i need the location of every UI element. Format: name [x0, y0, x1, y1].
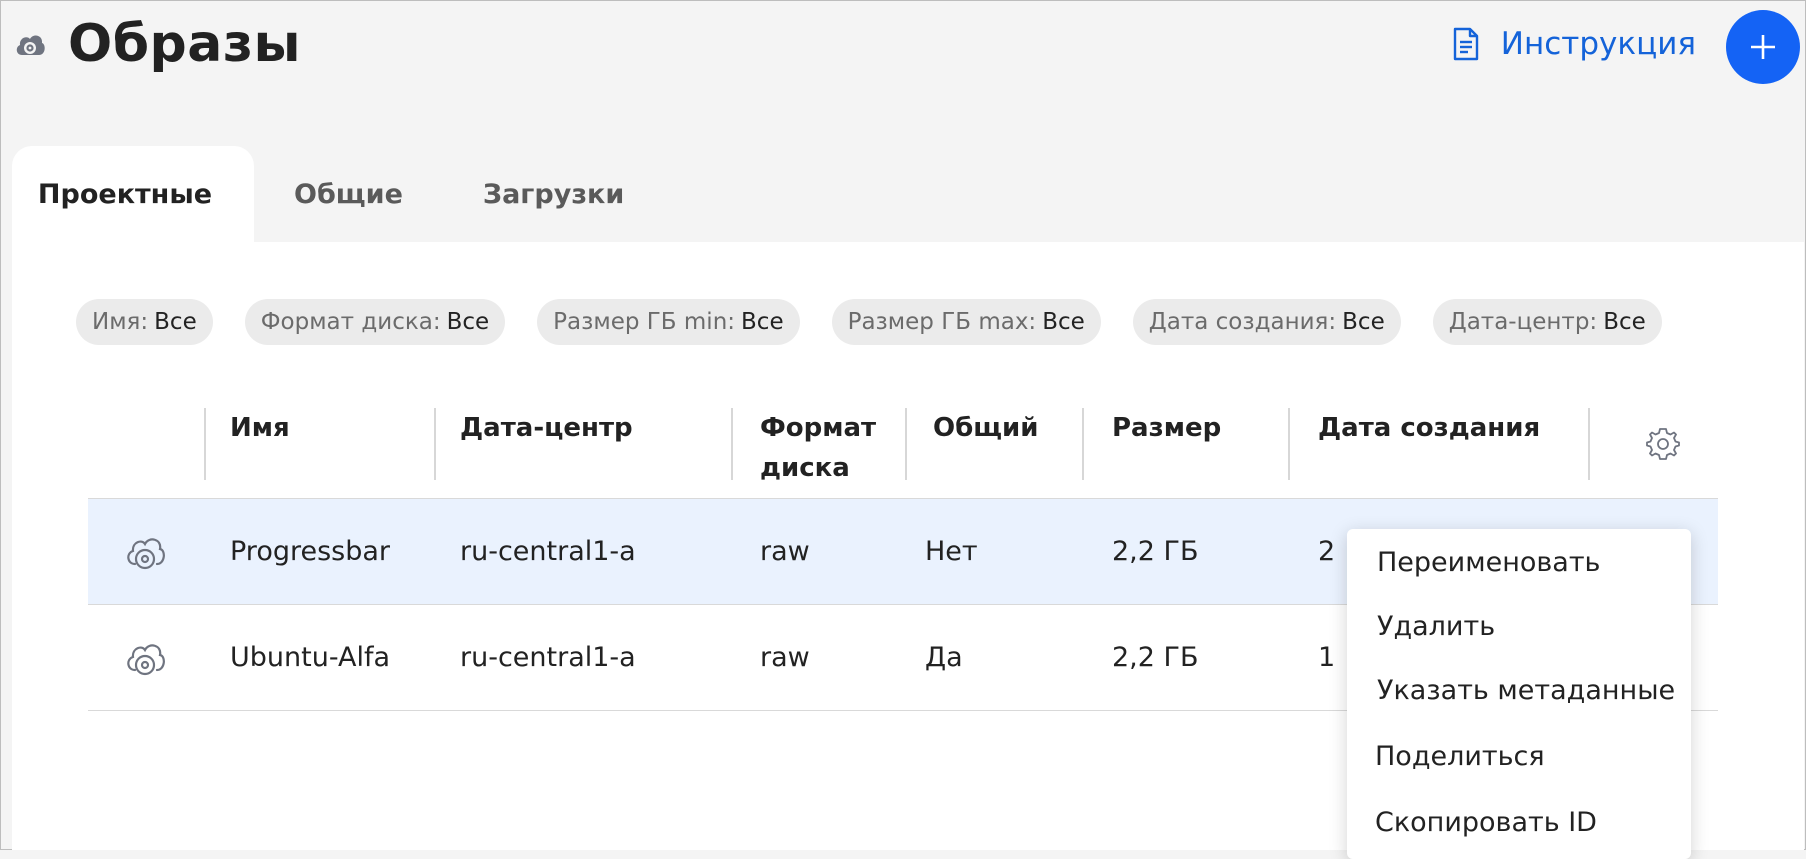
menu-item-set-metadata[interactable]: Указать метаданные — [1377, 675, 1675, 706]
cell-disk-format: raw — [760, 642, 810, 673]
filter-datacenter[interactable]: Дата-центр: Все — [1432, 299, 1662, 345]
filter-disk-format[interactable]: Формат диска: Все — [244, 299, 506, 345]
filter-key: Формат диска: — [260, 309, 441, 335]
filter-key: Дата создания: — [1148, 309, 1337, 335]
guide-label: Инструкция — [1500, 26, 1696, 62]
filter-value: Все — [154, 309, 197, 335]
column-separator[interactable] — [434, 408, 436, 480]
column-separator[interactable] — [1288, 408, 1290, 480]
cell-created: 1 — [1318, 642, 1336, 673]
tab-project[interactable]: Проектные — [12, 146, 254, 242]
filter-name[interactable]: Имя: Все — [76, 299, 213, 345]
image-disk-icon — [127, 538, 165, 570]
cell-datacenter: ru-central1-a — [460, 642, 636, 673]
menu-item-rename[interactable]: Переименовать — [1377, 547, 1600, 578]
cell-size: 2,2 ГБ — [1112, 642, 1199, 673]
tab-uploads[interactable]: Загрузки — [443, 146, 664, 242]
tab-shared[interactable]: Общие — [254, 146, 443, 242]
cell-name: Progressbar — [230, 536, 391, 567]
table-header: Имя Дата-центр Формат диска Общий Размер… — [88, 408, 1718, 499]
tabs: Проектные Общие Загрузки — [12, 146, 664, 242]
column-header-datacenter[interactable]: Дата-центр — [460, 408, 633, 448]
menu-item-copy-id[interactable]: Скопировать ID — [1375, 807, 1597, 838]
filter-value: Все — [1342, 309, 1385, 335]
filter-key: Имя: — [92, 309, 149, 335]
cell-shared: Да — [925, 642, 963, 673]
cell-name: Ubuntu-Alfa — [230, 642, 390, 673]
filter-key: Размер ГБ max: — [847, 309, 1037, 335]
cell-created: 2 — [1318, 536, 1336, 567]
column-header-disk-format[interactable]: Формат диска — [760, 408, 880, 488]
column-separator[interactable] — [905, 408, 907, 480]
filter-value: Все — [741, 309, 784, 335]
cell-size: 2,2 ГБ — [1112, 536, 1199, 567]
document-icon — [1453, 27, 1478, 61]
add-image-button[interactable] — [1726, 10, 1800, 84]
cell-disk-format: raw — [760, 536, 810, 567]
filter-size-max[interactable]: Размер ГБ max: Все — [831, 299, 1101, 345]
filter-size-min[interactable]: Размер ГБ min: Все — [537, 299, 800, 345]
row-context-menu: Переименовать Удалить Указать метаданные… — [1347, 529, 1691, 859]
filter-key: Дата-центр: — [1448, 309, 1598, 335]
image-disk-icon — [127, 644, 165, 676]
filter-key: Размер ГБ min: — [553, 309, 736, 335]
filter-value: Все — [446, 309, 490, 335]
column-header-shared[interactable]: Общий — [933, 408, 1038, 448]
guide-link[interactable]: Инструкция — [1451, 26, 1696, 62]
column-separator[interactable] — [1082, 408, 1084, 480]
page-title: Образы — [68, 14, 302, 74]
column-header-name[interactable]: Имя — [230, 408, 290, 448]
filter-bar: Имя: Все Формат диска: Все Размер ГБ min: В… — [76, 299, 1694, 345]
column-header-size[interactable]: Размер — [1112, 408, 1221, 448]
settings-gear-icon[interactable] — [1646, 426, 1680, 460]
filter-value: Все — [1042, 309, 1085, 335]
column-separator[interactable] — [204, 408, 206, 480]
cell-shared: Нет — [925, 536, 978, 567]
menu-item-delete[interactable]: Удалить — [1377, 611, 1495, 642]
column-header-created[interactable]: Дата создания — [1318, 408, 1540, 448]
menu-item-share[interactable]: Поделиться — [1375, 741, 1545, 772]
cloud-disk-icon — [14, 26, 50, 62]
cell-datacenter: ru-central1-a — [460, 536, 636, 567]
column-separator[interactable] — [731, 408, 733, 480]
filter-created-date[interactable]: Дата создания: Все — [1132, 299, 1401, 345]
column-separator[interactable] — [1588, 408, 1590, 480]
filter-value: Все — [1603, 309, 1646, 335]
page-header: Образы — [14, 14, 301, 74]
plus-icon — [1751, 35, 1775, 59]
